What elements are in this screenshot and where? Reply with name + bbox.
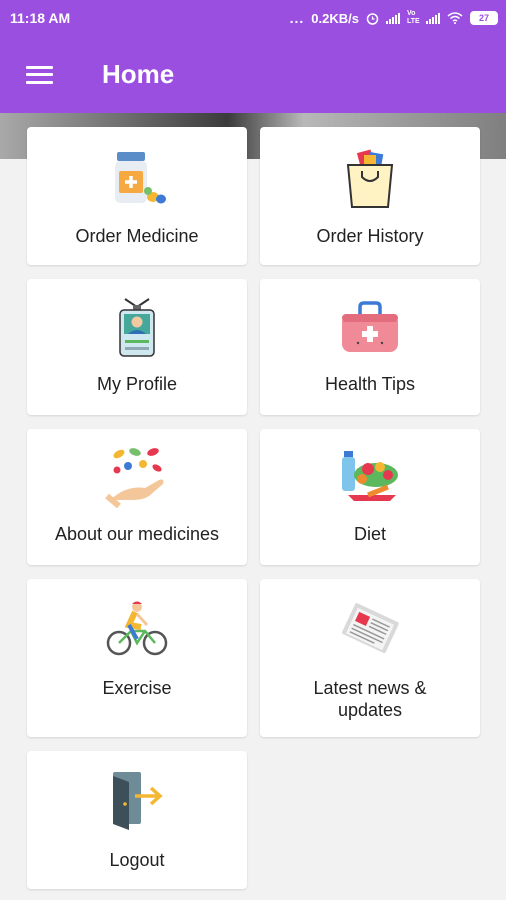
signal-icon-2 — [426, 12, 440, 24]
hamburger-menu-icon[interactable] — [0, 36, 80, 113]
logout-door-icon — [105, 769, 169, 833]
order-medicine-card[interactable]: Order Medicine — [27, 127, 247, 265]
wifi-icon — [447, 12, 463, 24]
status-bar: 11:18 AM ... 0.2KB/s Vo LTE 27 — [0, 0, 506, 36]
card-label: Exercise — [102, 678, 172, 698]
cyclist-icon — [105, 597, 169, 661]
my-profile-card[interactable]: My Profile — [27, 279, 247, 415]
shopping-bag-icon — [338, 147, 402, 211]
battery-icon: 27 — [470, 11, 498, 25]
toolbar: Home — [0, 36, 506, 113]
exercise-card[interactable]: Exercise — [27, 579, 247, 737]
health-tips-card[interactable]: Health Tips — [260, 279, 480, 415]
card-label: About our medicines — [54, 524, 220, 544]
card-label: Order History — [316, 226, 424, 246]
id-badge-icon — [105, 295, 169, 359]
first-aid-kit-icon — [338, 295, 402, 359]
latest-news-card[interactable]: Latest news & updates — [260, 579, 480, 737]
hand-pills-icon — [105, 445, 169, 509]
page-title: Home — [102, 59, 175, 89]
notification-dots-icon: ... — [289, 10, 305, 26]
medicine-bottle-icon — [105, 147, 169, 211]
card-label: Diet — [353, 524, 386, 544]
card-label: Logout — [109, 850, 165, 870]
network-speed: 0.2KB/s — [311, 10, 359, 26]
alarm-icon — [366, 12, 379, 25]
status-time: 11:18 AM — [10, 10, 71, 26]
signal-icon — [386, 12, 400, 24]
logout-card[interactable]: Logout — [27, 751, 247, 889]
card-label: Latest news & updates — [313, 678, 427, 720]
home-grid: Order Medicine Order History My Profile … — [0, 127, 506, 900]
app-bar: 11:18 AM ... 0.2KB/s Vo LTE 27 Home — [0, 0, 506, 113]
card-label: Order Medicine — [75, 226, 199, 246]
order-history-card[interactable]: Order History — [260, 127, 480, 265]
healthy-food-icon — [338, 445, 402, 509]
volte-label: Vo LTE — [407, 10, 420, 25]
diet-card[interactable]: Diet — [260, 429, 480, 565]
newspaper-icon — [338, 597, 402, 661]
card-label: My Profile — [96, 374, 177, 394]
card-label: Health Tips — [324, 374, 416, 394]
about-medicines-card[interactable]: About our medicines — [27, 429, 247, 565]
status-indicators: ... 0.2KB/s Vo LTE 27 — [290, 10, 498, 26]
